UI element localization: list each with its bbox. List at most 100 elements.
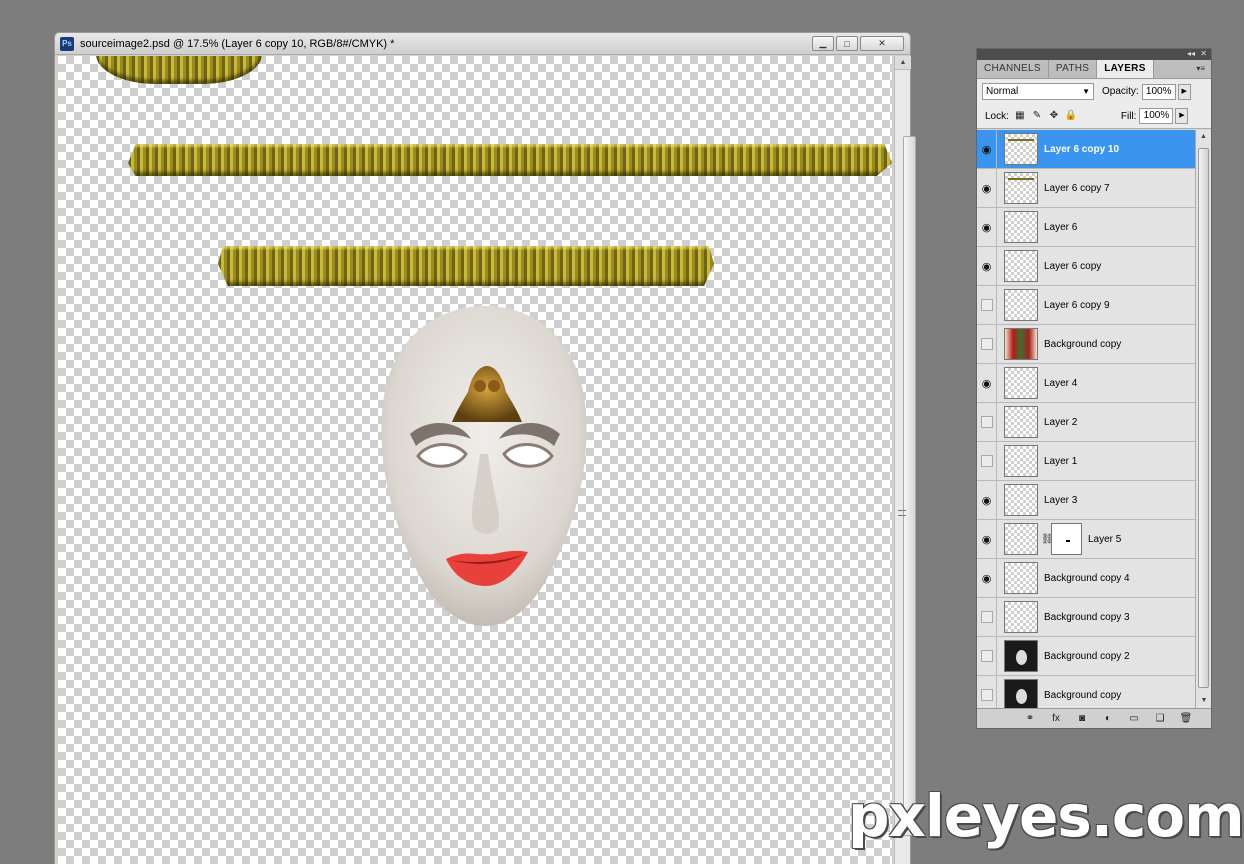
- chevron-down-icon: ▼: [1082, 87, 1090, 96]
- layer-row[interactable]: Layer 2: [977, 402, 1195, 442]
- layer-name: Layer 6 copy 10: [1044, 143, 1120, 155]
- layer-row[interactable]: Layer 1: [977, 441, 1195, 481]
- layer-name: Layer 6 copy 9: [1044, 299, 1110, 311]
- lock-all-icon[interactable]: 🔒: [1065, 110, 1077, 122]
- close-button[interactable]: ✕: [860, 36, 904, 51]
- panel-footer: ⚭ fx ◙ ◐ ▭ ❏ 🗑: [977, 708, 1211, 728]
- scroll-up-arrow-icon[interactable]: ▲: [1196, 130, 1211, 144]
- layer-thumbnail: [1004, 406, 1038, 438]
- layer-name: Layer 6: [1044, 221, 1078, 233]
- trash-icon[interactable]: 🗑: [1179, 713, 1193, 724]
- layer-thumbnail: [1004, 367, 1038, 399]
- scroll-down-arrow-icon[interactable]: ▼: [1196, 694, 1212, 708]
- gold-bar-top: [96, 56, 262, 84]
- layer-name: Layer 3: [1044, 494, 1078, 506]
- layer-name: Layer 2: [1044, 416, 1078, 428]
- layer-row[interactable]: ◉ Layer 6 copy 7: [977, 168, 1195, 208]
- collapse-icon[interactable]: ◂◂: [1187, 49, 1195, 58]
- maximize-button[interactable]: □: [836, 36, 858, 51]
- document-window: Ps sourceimage2.psd @ 17.5% (Layer 6 cop…: [54, 32, 916, 864]
- canvas-vertical-scrollbar[interactable]: ▲: [894, 56, 916, 864]
- layer-row[interactable]: Layer 6 copy 9: [977, 285, 1195, 325]
- layer-row[interactable]: ◉ Layer 6: [977, 207, 1195, 247]
- eye-icon[interactable]: ◉: [977, 168, 997, 208]
- layer-thumbnail: [1004, 289, 1038, 321]
- fill-field[interactable]: 100%: [1139, 108, 1174, 124]
- scroll-grip-icon: [898, 510, 906, 516]
- document-title: sourceimage2.psd @ 17.5% (Layer 6 copy 1…: [80, 37, 395, 50]
- layer-row[interactable]: Background copy: [977, 675, 1195, 708]
- layer-thumbnail: [1004, 562, 1038, 594]
- visibility-toggle[interactable]: [977, 675, 997, 708]
- layer-thumbnail: [1004, 211, 1038, 243]
- lock-label: Lock:: [985, 110, 1009, 122]
- layer-row[interactable]: ◉ Layer 3: [977, 480, 1195, 520]
- eye-icon[interactable]: ◉: [977, 207, 997, 247]
- folder-icon[interactable]: ▭: [1127, 713, 1141, 724]
- blend-mode-select[interactable]: Normal ▼: [982, 83, 1094, 100]
- eye-icon[interactable]: ◉: [977, 480, 997, 520]
- fx-icon[interactable]: fx: [1049, 713, 1063, 724]
- lock-pixels-icon[interactable]: ✎: [1031, 110, 1043, 122]
- layer-name: Layer 4: [1044, 377, 1078, 389]
- link-icon[interactable]: ⚭: [1023, 713, 1037, 724]
- panel-tabs: CHANNELS PATHS LAYERS ▾≡: [977, 60, 1211, 79]
- layer-row[interactable]: Background copy: [977, 324, 1195, 364]
- layers-scroll-thumb[interactable]: [1198, 148, 1209, 688]
- eye-icon[interactable]: ◉: [977, 519, 997, 559]
- layer-name: Layer 1: [1044, 455, 1078, 467]
- visibility-toggle[interactable]: [977, 597, 997, 637]
- layer-row[interactable]: ◉ Layer 6 copy 10: [977, 130, 1195, 169]
- panel-header[interactable]: ◂◂ ✕: [977, 49, 1211, 60]
- layer-name: Layer 6 copy: [1044, 260, 1102, 272]
- layer-name: Background copy 3: [1044, 611, 1130, 623]
- layer-name: Background copy: [1044, 689, 1122, 701]
- layer-row[interactable]: ◉ Layer 4: [977, 363, 1195, 403]
- eye-icon[interactable]: ◉: [977, 558, 997, 598]
- layer-row[interactable]: ◉ Background copy 4: [977, 558, 1195, 598]
- panel-close-icon[interactable]: ✕: [1200, 49, 1207, 58]
- fill-slider-arrow-icon[interactable]: ▶: [1175, 108, 1189, 124]
- eye-icon[interactable]: ◉: [977, 130, 997, 169]
- scroll-thumb[interactable]: [903, 136, 916, 836]
- document-titlebar[interactable]: Ps sourceimage2.psd @ 17.5% (Layer 6 cop…: [55, 33, 910, 55]
- layer-name: Background copy: [1044, 338, 1122, 350]
- layer-mask-thumbnail[interactable]: [1051, 523, 1082, 555]
- visibility-toggle[interactable]: [977, 636, 997, 676]
- add-mask-icon[interactable]: ◙: [1075, 713, 1089, 724]
- layers-list: ◉ Layer 6 copy 10 ◉ Layer 6 copy 7 ◉ Layer 6 ◉…: [977, 130, 1195, 708]
- lock-transparency-icon[interactable]: ▦: [1014, 110, 1026, 122]
- tab-paths[interactable]: PATHS: [1049, 60, 1098, 78]
- layer-row[interactable]: ◉ Layer 6 copy: [977, 246, 1195, 286]
- adjustment-icon[interactable]: ◐: [1101, 713, 1115, 724]
- visibility-toggle[interactable]: [977, 402, 997, 442]
- tab-layers[interactable]: LAYERS: [1097, 60, 1154, 78]
- visibility-toggle[interactable]: [977, 324, 997, 364]
- lock-row: Lock: ▦ ✎ ✥ 🔒 Fill: 100% ▶: [977, 104, 1211, 129]
- layer-row[interactable]: ◉ ⛓ Layer 5: [977, 519, 1195, 559]
- layer-row[interactable]: Background copy 2: [977, 636, 1195, 676]
- eye-icon[interactable]: ◉: [977, 246, 997, 286]
- eye-icon[interactable]: ◉: [977, 363, 997, 403]
- canvas[interactable]: [58, 56, 892, 864]
- scroll-up-arrow-icon[interactable]: ▲: [895, 56, 911, 70]
- gold-bar-middle: [218, 246, 714, 286]
- opacity-field[interactable]: 100%: [1141, 83, 1176, 100]
- blend-mode-value: Normal: [986, 86, 1019, 97]
- lock-position-icon[interactable]: ✥: [1048, 110, 1060, 122]
- panel-menu-icon[interactable]: ▾≡: [1196, 64, 1205, 73]
- layer-name: Layer 6 copy 7: [1044, 182, 1110, 194]
- new-layer-icon[interactable]: ❏: [1153, 713, 1167, 724]
- fill-label: Fill:: [1120, 110, 1137, 122]
- layer-row[interactable]: Background copy 3: [977, 597, 1195, 637]
- layer-thumbnail: [1004, 601, 1038, 633]
- visibility-toggle[interactable]: [977, 285, 997, 325]
- visibility-toggle[interactable]: [977, 441, 997, 481]
- chain-link-icon[interactable]: ⛓: [1041, 534, 1054, 545]
- layer-thumbnail: [1004, 640, 1038, 672]
- minimize-button[interactable]: ▁: [812, 36, 834, 51]
- layers-scrollbar[interactable]: ▲ ▼: [1195, 130, 1211, 708]
- layer-thumbnail: [1004, 679, 1038, 708]
- opacity-slider-arrow-icon[interactable]: ▶: [1177, 83, 1191, 100]
- tab-channels[interactable]: CHANNELS: [977, 60, 1049, 78]
